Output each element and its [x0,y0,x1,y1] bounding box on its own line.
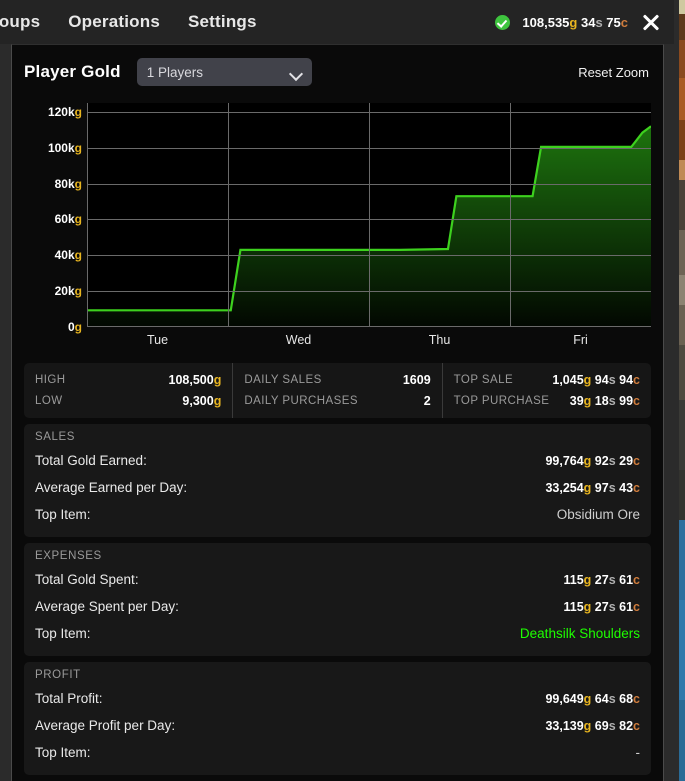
header-gold-amount: 108,535g 34s 75c [522,14,628,30]
detail-label: Top Item: [35,745,91,760]
detail-value: 99,649g 64s 68c [545,691,640,706]
stat-value: 9,300g [182,393,222,408]
detail-label: Total Profit: [35,691,103,706]
chevron-down-icon [291,69,302,76]
section-title: EXPENSES [35,550,102,562]
chart-x-tick-label: Thu [428,333,451,347]
menu-bar: roupsOperationsSettings 108,535g 34s 75c [0,0,674,44]
menu-groups[interactable]: roups [0,12,54,32]
reset-zoom-button[interactable]: Reset Zoom [578,65,651,80]
stat-key: DAILY PURCHASES [244,394,359,407]
chart-y-tick-label: 80kg [54,176,82,191]
stat-key: HIGH [35,373,66,386]
stat-line: DAILY PURCHASES 2 [244,390,430,411]
chart-gridline-vertical [87,103,88,327]
detail-row: Total Gold Earned: 99,764g 92s 29c [35,447,640,474]
detail-label: Top Item: [35,626,91,641]
detail-label: Average Profit per Day: [35,718,176,733]
menu-settings[interactable]: Settings [174,12,271,32]
check-circle-icon [495,14,511,30]
chart-x-tick-label: Wed [285,333,312,347]
stat-col-high-low: HIGH 108,500g LOW 9,300g [24,363,232,418]
chart-y-tick-label: 20kg [54,284,82,299]
stat-line: HIGH 108,500g [35,369,221,390]
detail-row: Average Spent per Day: 115g 27s 61c [35,593,640,620]
chart-y-tick-label: 0g [67,320,82,334]
chart-x-axis: Tue Wed Thu Fri [87,333,651,353]
detail-value: 115g 27s 61c [563,599,641,614]
detail-value: 115g 27s 61c [563,572,641,587]
chart-gridline-vertical [369,103,370,327]
stat-value: 108,500g [168,372,222,387]
detail-row: Average Earned per Day: 33,254g 97s 43c [35,474,640,501]
section-expenses: EXPENSES Total Gold Spent: 115g 27s 61c Ave… [24,543,651,656]
section-title: SALES [35,431,76,443]
chart-y-axis: 120kg 100kg 80kg 60kg 40kg 20kg 0g [24,103,82,334]
detail-value: 33,254g 97s 43c [545,480,640,495]
stat-value: 2 [423,393,431,408]
stat-key: TOP PURCHASE [453,394,550,407]
chart-y-tick-label: 60kg [54,212,82,227]
detail-row: Total Gold Spent: 115g 27s 61c [35,566,640,593]
gold-chart[interactable]: 120kg 100kg 80kg 60kg 40kg 20kg 0g Tue Wed Thu Fr… [24,95,651,357]
detail-row: Total Profit: 99,649g 64s 68c [35,685,640,712]
detail-value: 33,139g 69s 82c [545,718,640,733]
menu-item-list: roupsOperationsSettings [0,12,271,32]
item-link[interactable]: Deathsilk Shoulders [520,626,640,641]
stat-col-daily: DAILY SALES 1609 DAILY PURCHASES 2 [232,363,441,418]
chart-gridline-vertical [228,103,229,327]
detail-label: Total Gold Earned: [35,453,147,468]
panel-header: Player Gold 1 Players Reset Zoom [24,45,651,93]
chart-plot-area[interactable] [87,103,651,327]
stat-line: LOW 9,300g [35,390,221,411]
detail-label: Average Spent per Day: [35,599,179,614]
stat-line: DAILY SALES 1609 [244,369,430,390]
player-select-dropdown[interactable]: 1 Players [136,58,312,86]
stat-key: LOW [35,394,63,407]
close-icon[interactable] [640,11,662,33]
section-profit: PROFIT Total Profit: 99,649g 64s 68c Averag… [24,662,651,775]
stat-value: 1609 [402,372,431,387]
player-select-value: 1 Players [146,64,203,80]
detail-row: Top Item: Deathsilk Shoulders [35,620,640,647]
page-title: Player Gold [24,62,121,81]
detail-value: - [635,745,641,760]
stat-line: TOP PURCHASE 39g 18s 99c [454,390,640,411]
stat-key: DAILY SALES [244,373,322,386]
stat-value: 39g 18s 99c [569,393,640,408]
chart-y-tick-label: 120kg [47,104,82,119]
stat-key: TOP SALE [453,373,514,386]
chart-x-tick-label: Tue [146,333,169,347]
detail-row: Top Item: Obsidium Ore [35,501,640,528]
detail-sections: SALES Total Gold Earned: 99,764g 92s 29c Av… [24,424,651,775]
summary-stats-row: HIGH 108,500g LOW 9,300g DAILY SALES 1609 DAIL… [24,363,651,418]
section-sales: SALES Total Gold Earned: 99,764g 92s 29c Av… [24,424,651,537]
menu-operations[interactable]: Operations [54,12,174,32]
stat-line: TOP SALE 1,045g 94s 94c [454,369,640,390]
detail-row: Top Item: - [35,739,640,766]
app-root: roupsOperationsSettings 108,535g 34s 75c… [0,0,685,781]
detail-label: Top Item: [35,507,91,522]
detail-row: Average Profit per Day: 33,139g 69s 82c [35,712,640,739]
stat-value: 1,045g 94s 94c [552,372,640,387]
addon-frame-edge [668,0,679,781]
chart-gridline-vertical [510,103,511,327]
stat-col-top: TOP SALE 1,045g 94s 94c TOP PURCHASE 39g 18… [441,363,651,418]
chart-x-tick-label: Fri [573,333,588,347]
detail-value: Obsidium Ore [556,507,640,522]
chart-y-tick-label: 40kg [54,248,82,263]
player-gold-panel: Player Gold 1 Players Reset Zoom 120kg 10… [11,44,664,781]
menu-bar-right: 108,535g 34s 75c [495,11,674,33]
section-title: PROFIT [35,669,81,681]
detail-label: Total Gold Spent: [35,572,139,587]
chart-y-tick-label: 100kg [47,140,82,155]
detail-label: Average Earned per Day: [35,480,188,495]
detail-value: 99,764g 92s 29c [545,453,640,468]
